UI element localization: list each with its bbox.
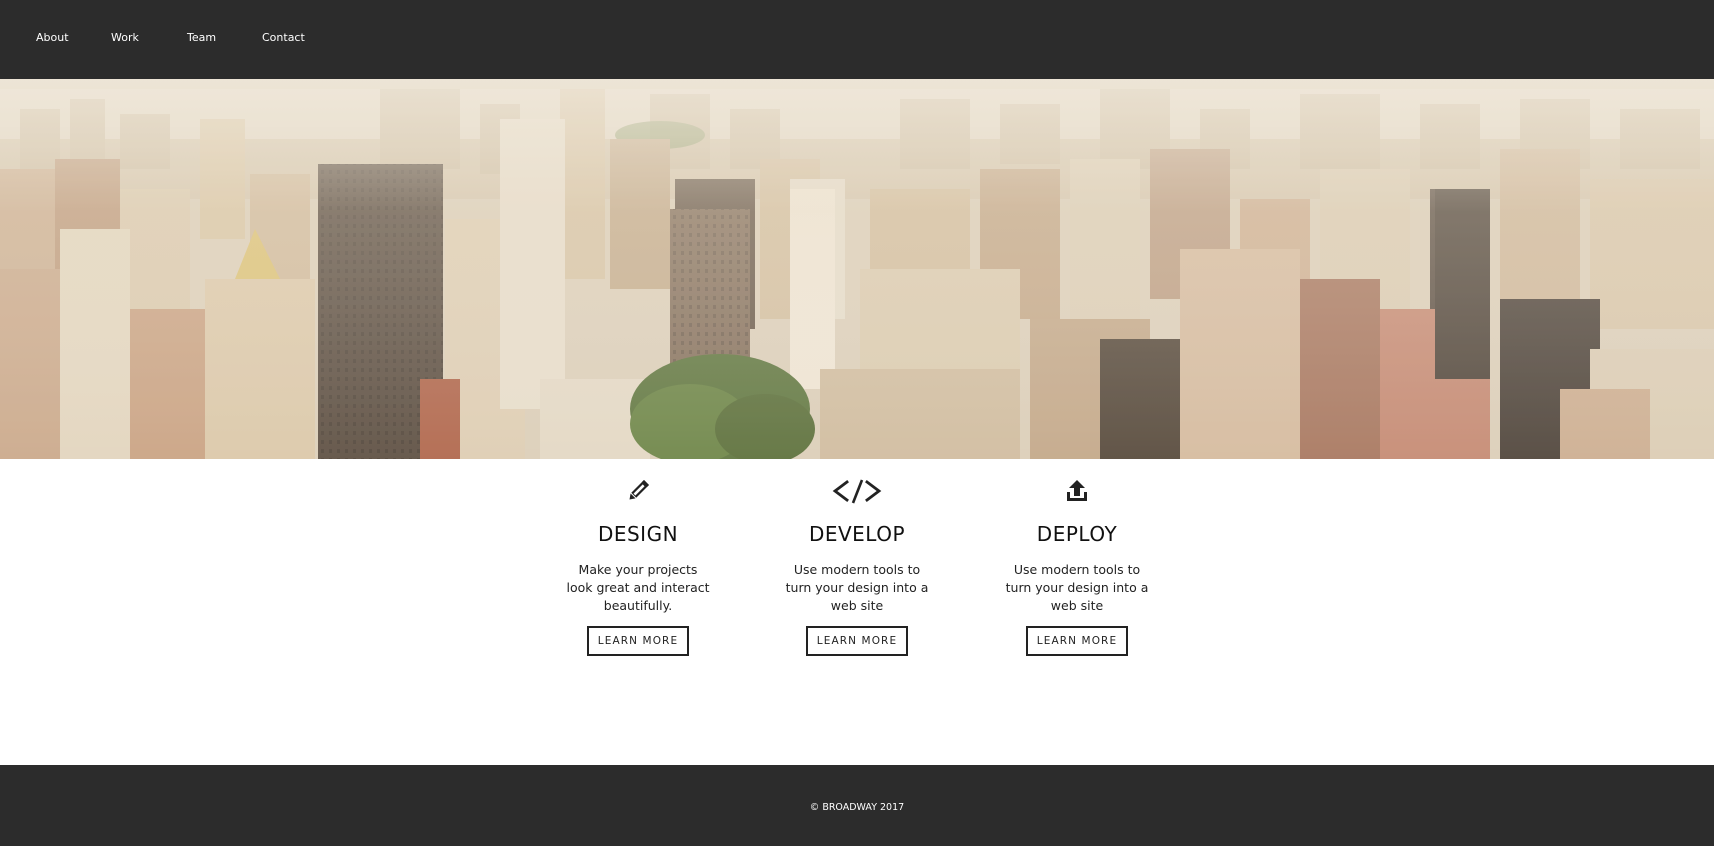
copyright-text: © BROADWAY 2017 (809, 802, 905, 813)
feature-description: Use modern tools to turn your design int… (785, 562, 929, 613)
nav-link-work[interactable]: Work (111, 31, 139, 45)
hero-image (0, 79, 1714, 459)
nav-link-contact[interactable]: Contact (262, 31, 305, 45)
code-icon (832, 479, 882, 504)
feature-deploy: DEPLOY Use modern tools to turn your des… (1002, 476, 1152, 656)
learn-more-button[interactable]: LEARN MORE (586, 626, 690, 656)
feature-title: DEVELOP (808, 522, 906, 546)
city-skyline-image (0, 79, 1714, 459)
feature-title: DEPLOY (1036, 522, 1118, 546)
pencil-icon (629, 480, 649, 500)
navbar: About Work Team Contact (0, 0, 1714, 79)
learn-more-button[interactable]: LEARN MORE (805, 626, 909, 656)
feature-design: DESIGN Make your projects look great and… (563, 476, 713, 656)
feature-description: Use modern tools to turn your design int… (1005, 562, 1149, 613)
feature-develop: DEVELOP Use modern tools to turn your de… (782, 476, 932, 656)
footer: © BROADWAY 2017 (0, 765, 1714, 846)
page: About Work Team Contact DESIGN Make your… (0, 0, 1714, 846)
learn-more-button[interactable]: LEARN MORE (1025, 626, 1129, 656)
nav-link-team[interactable]: Team (187, 31, 216, 45)
feature-description: Make your projects look great and intera… (566, 562, 710, 613)
feature-title: DESIGN (597, 522, 679, 546)
upload-icon (1067, 480, 1087, 501)
nav-link-about[interactable]: About (36, 31, 69, 45)
